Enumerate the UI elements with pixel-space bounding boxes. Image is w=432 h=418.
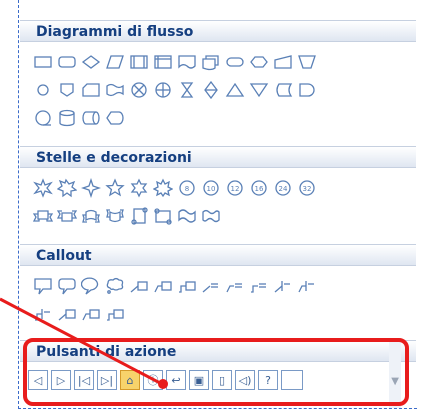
annotation-pointer-dot <box>158 379 168 389</box>
annotation-pointer <box>0 297 168 389</box>
annotation-pointer-line <box>0 297 161 385</box>
